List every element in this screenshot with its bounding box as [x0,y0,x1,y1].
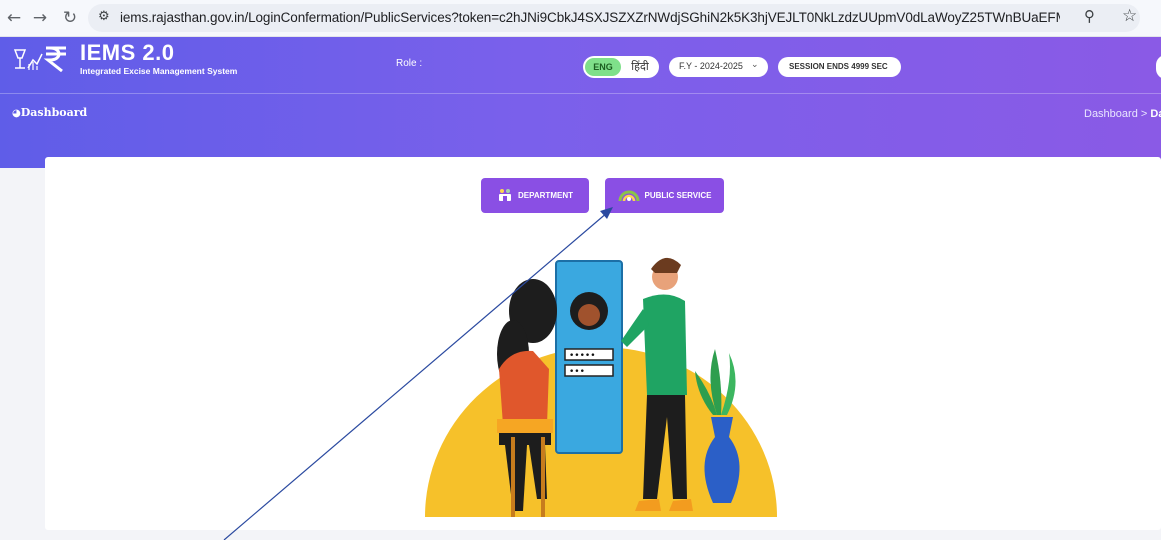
role-label: Role : [396,58,423,69]
lang-eng-option[interactable]: ENG [585,58,621,76]
public-service-button[interactable]: PUBLIC SERVICE [605,178,724,213]
logo-icon [12,44,72,73]
breadcrumb: Dashboard > Das [1084,108,1161,120]
department-label: DEPARTMENT [518,191,573,200]
login-illustration: ••••• ••• [425,257,777,517]
dashboard-label: Dashboard [20,106,88,119]
fy-value: F.Y - 2024-2025 [679,61,743,71]
breadcrumb-separator: > [1140,108,1148,120]
browser-toolbar: ← → ↻ ⚙ iems.rajasthan.gov.in/LoginConfe… [0,0,1161,37]
app-title: IEMS 2.0 [80,40,175,65]
dashboard-icon: ◕ [12,108,21,119]
svg-text:•••: ••• [569,367,585,377]
site-settings-icon[interactable]: ⚙ [98,9,110,24]
financial-year-select[interactable]: F.Y - 2024-2025 ⌄ [669,57,768,77]
language-toggle[interactable]: ENG हिंदी [583,56,659,78]
app-subtitle: Integrated Excise Management System [80,66,238,76]
chevron-down-icon: ⌄ [751,60,759,70]
department-button[interactable]: DEPARTMENT [481,178,589,213]
app-header: IEMS 2.0 Integrated Excise Management Sy… [0,37,1161,168]
breadcrumb-current: Das [1150,108,1161,120]
zoom-icon[interactable]: ⚲ [1084,7,1095,25]
public-service-label: PUBLIC SERVICE [644,191,712,200]
url-text[interactable]: iems.rajasthan.gov.in/LoginConfermation/… [120,10,1060,25]
avatar[interactable] [1156,55,1161,79]
breadcrumb-home[interactable]: Dashboard [1084,108,1138,120]
public-service-icon [618,188,640,204]
department-icon [497,188,513,204]
lang-hindi-option[interactable]: हिंदी [623,58,657,76]
star-icon[interactable]: ☆ [1122,6,1137,26]
session-text: SESSION ENDS 4999 SEC [789,62,888,71]
session-timer-badge: SESSION ENDS 4999 SEC [778,57,901,77]
forward-icon[interactable]: → [28,6,52,30]
svg-text:•••••: ••••• [569,351,596,361]
reload-icon[interactable]: ↻ [58,6,82,30]
dashboard-link[interactable]: ◕Dashboard [12,106,87,119]
address-bar[interactable]: ⚙ iems.rajasthan.gov.in/LoginConfermatio… [88,4,1140,32]
main-card: DEPARTMENT PUBLIC SERVICE ••••• ••• [45,157,1161,530]
header-divider [0,93,1161,94]
back-icon[interactable]: ← [2,6,26,30]
